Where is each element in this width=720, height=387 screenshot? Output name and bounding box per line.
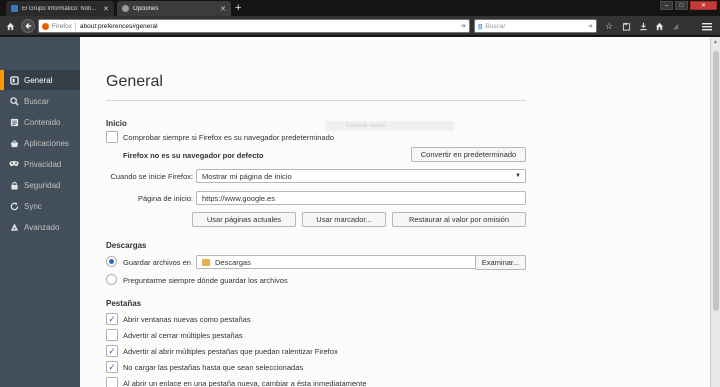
close-tab-icon[interactable]: ✕ xyxy=(220,5,226,13)
make-default-button[interactable]: Convertir en predeterminado xyxy=(411,147,526,162)
search-placeholder: Buscar xyxy=(485,22,506,30)
document-icon xyxy=(9,117,19,127)
tab-opciones[interactable]: Opciones ✕ xyxy=(117,1,231,16)
save-files-radio[interactable] xyxy=(106,256,117,267)
sidebar-item-label: Seguridad xyxy=(24,180,61,190)
search-input[interactable]: g Buscar ➔ xyxy=(474,19,597,33)
startup-select-value: Mostrar mi página de inicio xyxy=(202,171,292,181)
downloads-icon[interactable] xyxy=(637,20,649,32)
sidebar-item-seguridad[interactable]: Seguridad xyxy=(0,175,80,195)
check-default-checkbox[interactable] xyxy=(106,131,118,143)
new-tab-button[interactable]: + xyxy=(235,1,241,15)
use-current-pages-button[interactable]: Usar páginas actuales xyxy=(192,212,296,227)
when-starts-label: Cuando se inicie Firefox: xyxy=(110,172,193,181)
sidebar-item-label: Avanzado xyxy=(24,222,60,232)
tab-title: El Grupo Informático: Noti… xyxy=(22,5,98,12)
sidebar-item-general[interactable]: General xyxy=(0,70,80,90)
page-title: General xyxy=(106,73,163,90)
search-icon xyxy=(9,96,19,106)
tab-strip: El Grupo Informático: Noti… ✕ Opciones ✕… xyxy=(0,0,720,16)
search-go-icon[interactable]: ➔ xyxy=(588,22,593,30)
folder-icon xyxy=(202,258,210,266)
bookmarks-menu-icon[interactable] xyxy=(620,20,632,32)
sidebar-item-label: General xyxy=(24,75,53,85)
sync-icon xyxy=(9,201,19,211)
bookmark-star-icon[interactable]: ☆ xyxy=(603,20,615,32)
chevron-down-icon: ▼ xyxy=(515,173,521,179)
startup-select[interactable]: Mostrar mi página de inicio ▼ xyxy=(196,169,526,183)
tab-grupo-informatico[interactable]: El Grupo Informático: Noti… ✕ xyxy=(6,1,114,16)
always-ask-radio[interactable] xyxy=(106,274,117,285)
use-bookmark-button[interactable]: Usar marcador... xyxy=(302,212,386,227)
lock-icon xyxy=(9,180,19,190)
identity-label: Firefox xyxy=(52,22,72,30)
menu-hamburger-icon[interactable] xyxy=(701,20,713,32)
home-button-icon[interactable] xyxy=(653,20,665,32)
sidebar-item-sync[interactable]: Sync xyxy=(0,196,80,216)
back-button[interactable] xyxy=(21,19,35,33)
url-separator xyxy=(74,21,76,31)
switch-icon xyxy=(9,75,19,85)
site-favicon-icon xyxy=(11,5,18,12)
sidebar-item-label: Privacidad xyxy=(24,159,62,169)
sidebar-item-label: Contenido xyxy=(24,117,61,127)
tab-option-checkbox[interactable]: ✓ xyxy=(106,313,118,325)
section-heading-inicio: Inicio xyxy=(106,119,127,128)
sidebar-item-label: Buscar xyxy=(24,96,49,106)
vertical-scrollbar[interactable]: ▲ xyxy=(710,37,720,387)
tab-option-label: Advertir al cerrar múltiples pestañas xyxy=(123,331,243,340)
applications-icon xyxy=(9,138,19,148)
faded-overlay-text: Escala de versión xyxy=(326,121,454,131)
sidebar-item-label: Aplicaciones xyxy=(24,138,69,148)
url-bar[interactable]: Firefox about:preferences#general ➔ xyxy=(38,19,470,33)
sidebar-item-contenido[interactable]: Contenido xyxy=(0,112,80,132)
tab-option-label: Abrir ventanas nuevas como pestañas xyxy=(123,315,251,324)
google-icon: g xyxy=(478,22,483,30)
homepage-label: Página de inicio: xyxy=(137,194,193,203)
tab-option-label: Al abrir un enlace en una pestaña nueva,… xyxy=(123,379,367,387)
tab-option-checkbox[interactable]: ✓ xyxy=(106,345,118,357)
mask-icon xyxy=(9,159,19,169)
always-ask-label: Preguntarme siempre dónde guardar los ar… xyxy=(123,276,288,285)
download-folder-value: Descargas xyxy=(215,257,251,267)
scrollbar-thumb[interactable] xyxy=(713,51,719,311)
sidebar-item-avanzado[interactable]: Avanzado xyxy=(0,217,80,237)
scroll-up-icon[interactable]: ▲ xyxy=(713,39,719,45)
url-text: about:preferences#general xyxy=(79,22,158,30)
section-heading-pestanas: Pestañas xyxy=(106,299,142,308)
browse-button[interactable]: Examinar... xyxy=(475,255,526,270)
sidebar-item-privacidad[interactable]: Privacidad xyxy=(0,154,80,174)
sidebar-item-aplicaciones[interactable]: Aplicaciones xyxy=(0,133,80,153)
close-window-button[interactable]: ✕ xyxy=(690,1,717,10)
close-tab-icon[interactable]: ✕ xyxy=(103,5,109,13)
preferences-content: General Inicio Escala de versión Comprob… xyxy=(80,37,710,387)
homepage-input[interactable]: https://www.google.es xyxy=(196,191,526,205)
restore-default-button[interactable]: Restaurar al valor por omisión xyxy=(392,212,526,227)
minimize-button[interactable]: – xyxy=(660,1,673,10)
go-arrow-icon[interactable]: ➔ xyxy=(460,22,466,30)
tab-title: Opciones xyxy=(133,5,159,12)
save-files-label: Guardar archivos en xyxy=(123,258,191,267)
section-heading-descargas: Descargas xyxy=(106,241,147,250)
tab-option-label: Advertir al abrir múltiples pestañas que… xyxy=(123,347,338,356)
maximize-button[interactable]: □ xyxy=(675,1,688,10)
preferences-sidebar: General Buscar Contenido Aplicaciones Pr… xyxy=(0,37,80,387)
tab-option-checkbox[interactable]: ✓ xyxy=(106,361,118,373)
tab-option-label: No cargar las pestañas hasta que sean se… xyxy=(123,363,304,372)
tab-option-checkbox[interactable] xyxy=(106,329,118,341)
gear-icon xyxy=(122,5,129,12)
navigation-toolbar: Firefox about:preferences#general ➔ g Bu… xyxy=(0,16,720,36)
sidebar-item-label: Sync xyxy=(24,201,42,211)
download-folder-field: Descargas xyxy=(196,255,476,269)
pocket-icon[interactable] xyxy=(669,20,681,32)
wizard-icon xyxy=(9,222,19,232)
not-default-text: Firefox no es su navegador por defecto xyxy=(123,151,264,160)
firefox-icon xyxy=(42,22,49,30)
home-icon[interactable] xyxy=(4,20,16,32)
check-default-label: Comprobar siempre si Firefox es su naveg… xyxy=(123,133,334,142)
title-divider xyxy=(106,100,526,101)
homepage-value: https://www.google.es xyxy=(202,193,275,203)
tab-option-checkbox[interactable] xyxy=(106,377,118,387)
sidebar-item-buscar[interactable]: Buscar xyxy=(0,91,80,111)
